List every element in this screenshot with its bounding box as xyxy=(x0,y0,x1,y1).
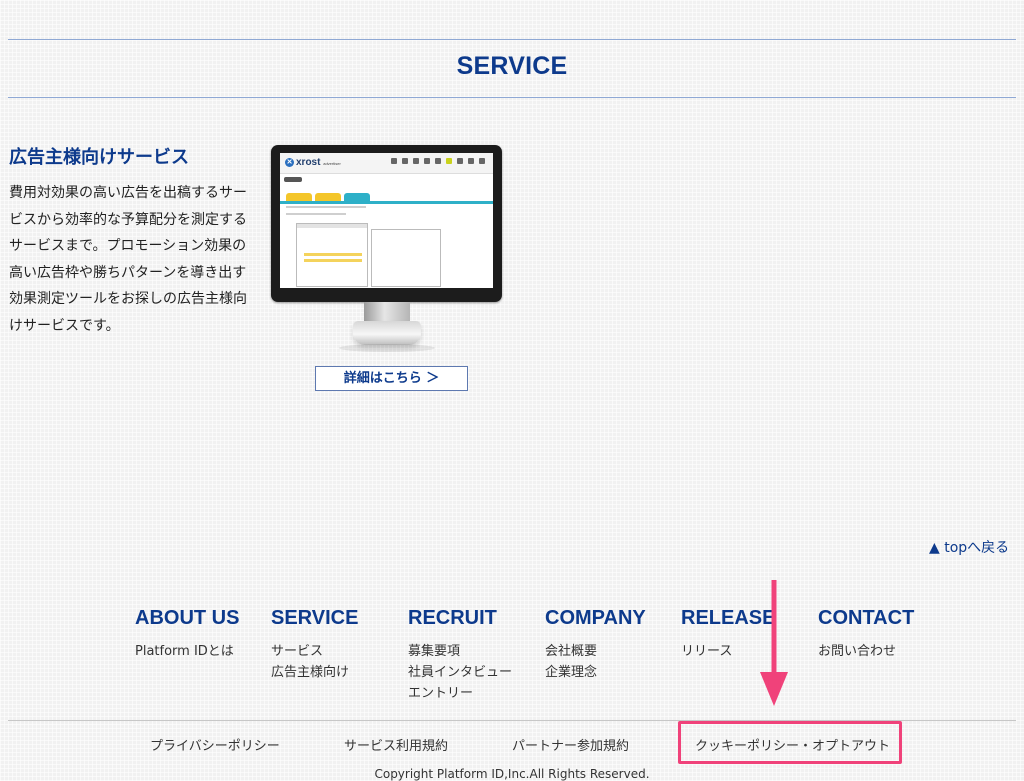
screen-report-icon xyxy=(424,158,430,164)
footer-col-recruit: RECRUIT 募集要項 社員インタビュー エントリー xyxy=(408,607,512,704)
screen-logo-text: xrost xyxy=(296,157,321,168)
footer-heading-contact[interactable]: CONTACT xyxy=(818,607,914,630)
section-title: SERVICE xyxy=(456,52,568,80)
screen-detail-panel xyxy=(371,229,441,287)
screen-header-bar: ✕ xrost advertiser xyxy=(280,153,493,174)
footer-link-job-requirements[interactable]: 募集要項 xyxy=(408,641,512,662)
footer-link-interviews[interactable]: 社員インタビュー xyxy=(408,662,512,683)
screen-image-icon xyxy=(435,158,441,164)
annotation-arrow-icon xyxy=(760,580,788,706)
footer-col-contact: CONTACT お問い合わせ xyxy=(818,607,914,662)
footer-link-service[interactable]: サービス xyxy=(271,641,358,662)
footer-link-company-overview[interactable]: 会社概要 xyxy=(545,641,646,662)
screen-toolbar-icons xyxy=(391,158,485,164)
service-heading: 広告主様向けサービス xyxy=(9,147,189,168)
partner-terms-link[interactable]: パートナー参加規約 xyxy=(512,735,629,754)
screen-logo: ✕ xrost advertiser xyxy=(285,157,341,168)
xrost-logo-icon: ✕ xyxy=(285,158,294,167)
footer-col-company: COMPANY 会社概要 企業理念 xyxy=(545,607,646,683)
screen-form-line xyxy=(286,206,366,208)
screen-tab-3 xyxy=(344,193,370,201)
footer-heading-about[interactable]: ABOUT US xyxy=(135,607,239,630)
screen-bulb-icon xyxy=(446,158,452,164)
screen-breadcrumb xyxy=(284,177,302,182)
screen-tab-2 xyxy=(315,193,341,201)
screen-form-line xyxy=(286,213,346,215)
terms-of-service-link[interactable]: サービス利用規約 xyxy=(344,735,448,754)
screen-tab-strip xyxy=(280,191,493,204)
monitor-shadow xyxy=(339,344,435,352)
title-divider xyxy=(8,97,1016,98)
footer-link-platform-id[interactable]: Platform IDとは xyxy=(135,641,239,662)
footer-heading-service[interactable]: SERVICE xyxy=(271,607,358,630)
screen-selected-row xyxy=(304,259,362,262)
screen-selected-row xyxy=(304,253,362,256)
screen-tab-1 xyxy=(286,193,312,201)
footer-link-entry[interactable]: エントリー xyxy=(408,683,512,704)
monitor-stand-base xyxy=(353,321,421,345)
monitor-screen: ✕ xrost advertiser xyxy=(280,153,493,288)
annotation-highlight-box xyxy=(678,721,902,764)
screen-tool-icon xyxy=(457,158,463,164)
screen-chart-icon xyxy=(402,158,408,164)
service-description: 費用対効果の高い広告を出稿するサービスから効率的な予算配分を測定するサービスまで… xyxy=(9,185,247,334)
monitor-illustration: ✕ xrost advertiser xyxy=(271,145,502,355)
footer-heading-recruit[interactable]: RECRUIT xyxy=(408,607,512,630)
privacy-policy-link[interactable]: プライバシーポリシー xyxy=(150,735,280,754)
footer-link-philosophy[interactable]: 企業理念 xyxy=(545,662,646,683)
footer-link-inquiry[interactable]: お問い合わせ xyxy=(818,641,914,662)
footer-col-service: SERVICE サービス 広告主様向け xyxy=(271,607,358,683)
footer-heading-company[interactable]: COMPANY xyxy=(545,607,646,630)
footer-link-advertisers[interactable]: 広告主様向け xyxy=(271,662,358,683)
screen-settings-icon xyxy=(468,158,474,164)
screen-help-icon xyxy=(479,158,485,164)
monitor-bezel: ✕ xrost advertiser xyxy=(271,145,502,302)
footer-col-about: ABOUT US Platform IDとは xyxy=(135,607,239,662)
top-divider xyxy=(8,39,1016,40)
screen-list-icon xyxy=(413,158,419,164)
screen-logo-sub: advertiser xyxy=(323,161,341,166)
copyright-text: Copyright Platform ID,Inc.All Rights Res… xyxy=(374,767,650,781)
screen-home-icon xyxy=(391,158,397,164)
details-button[interactable]: 詳細はこちら ＞ xyxy=(315,366,468,391)
back-to-top-link[interactable]: ▲ topへ戻る xyxy=(929,537,1009,557)
